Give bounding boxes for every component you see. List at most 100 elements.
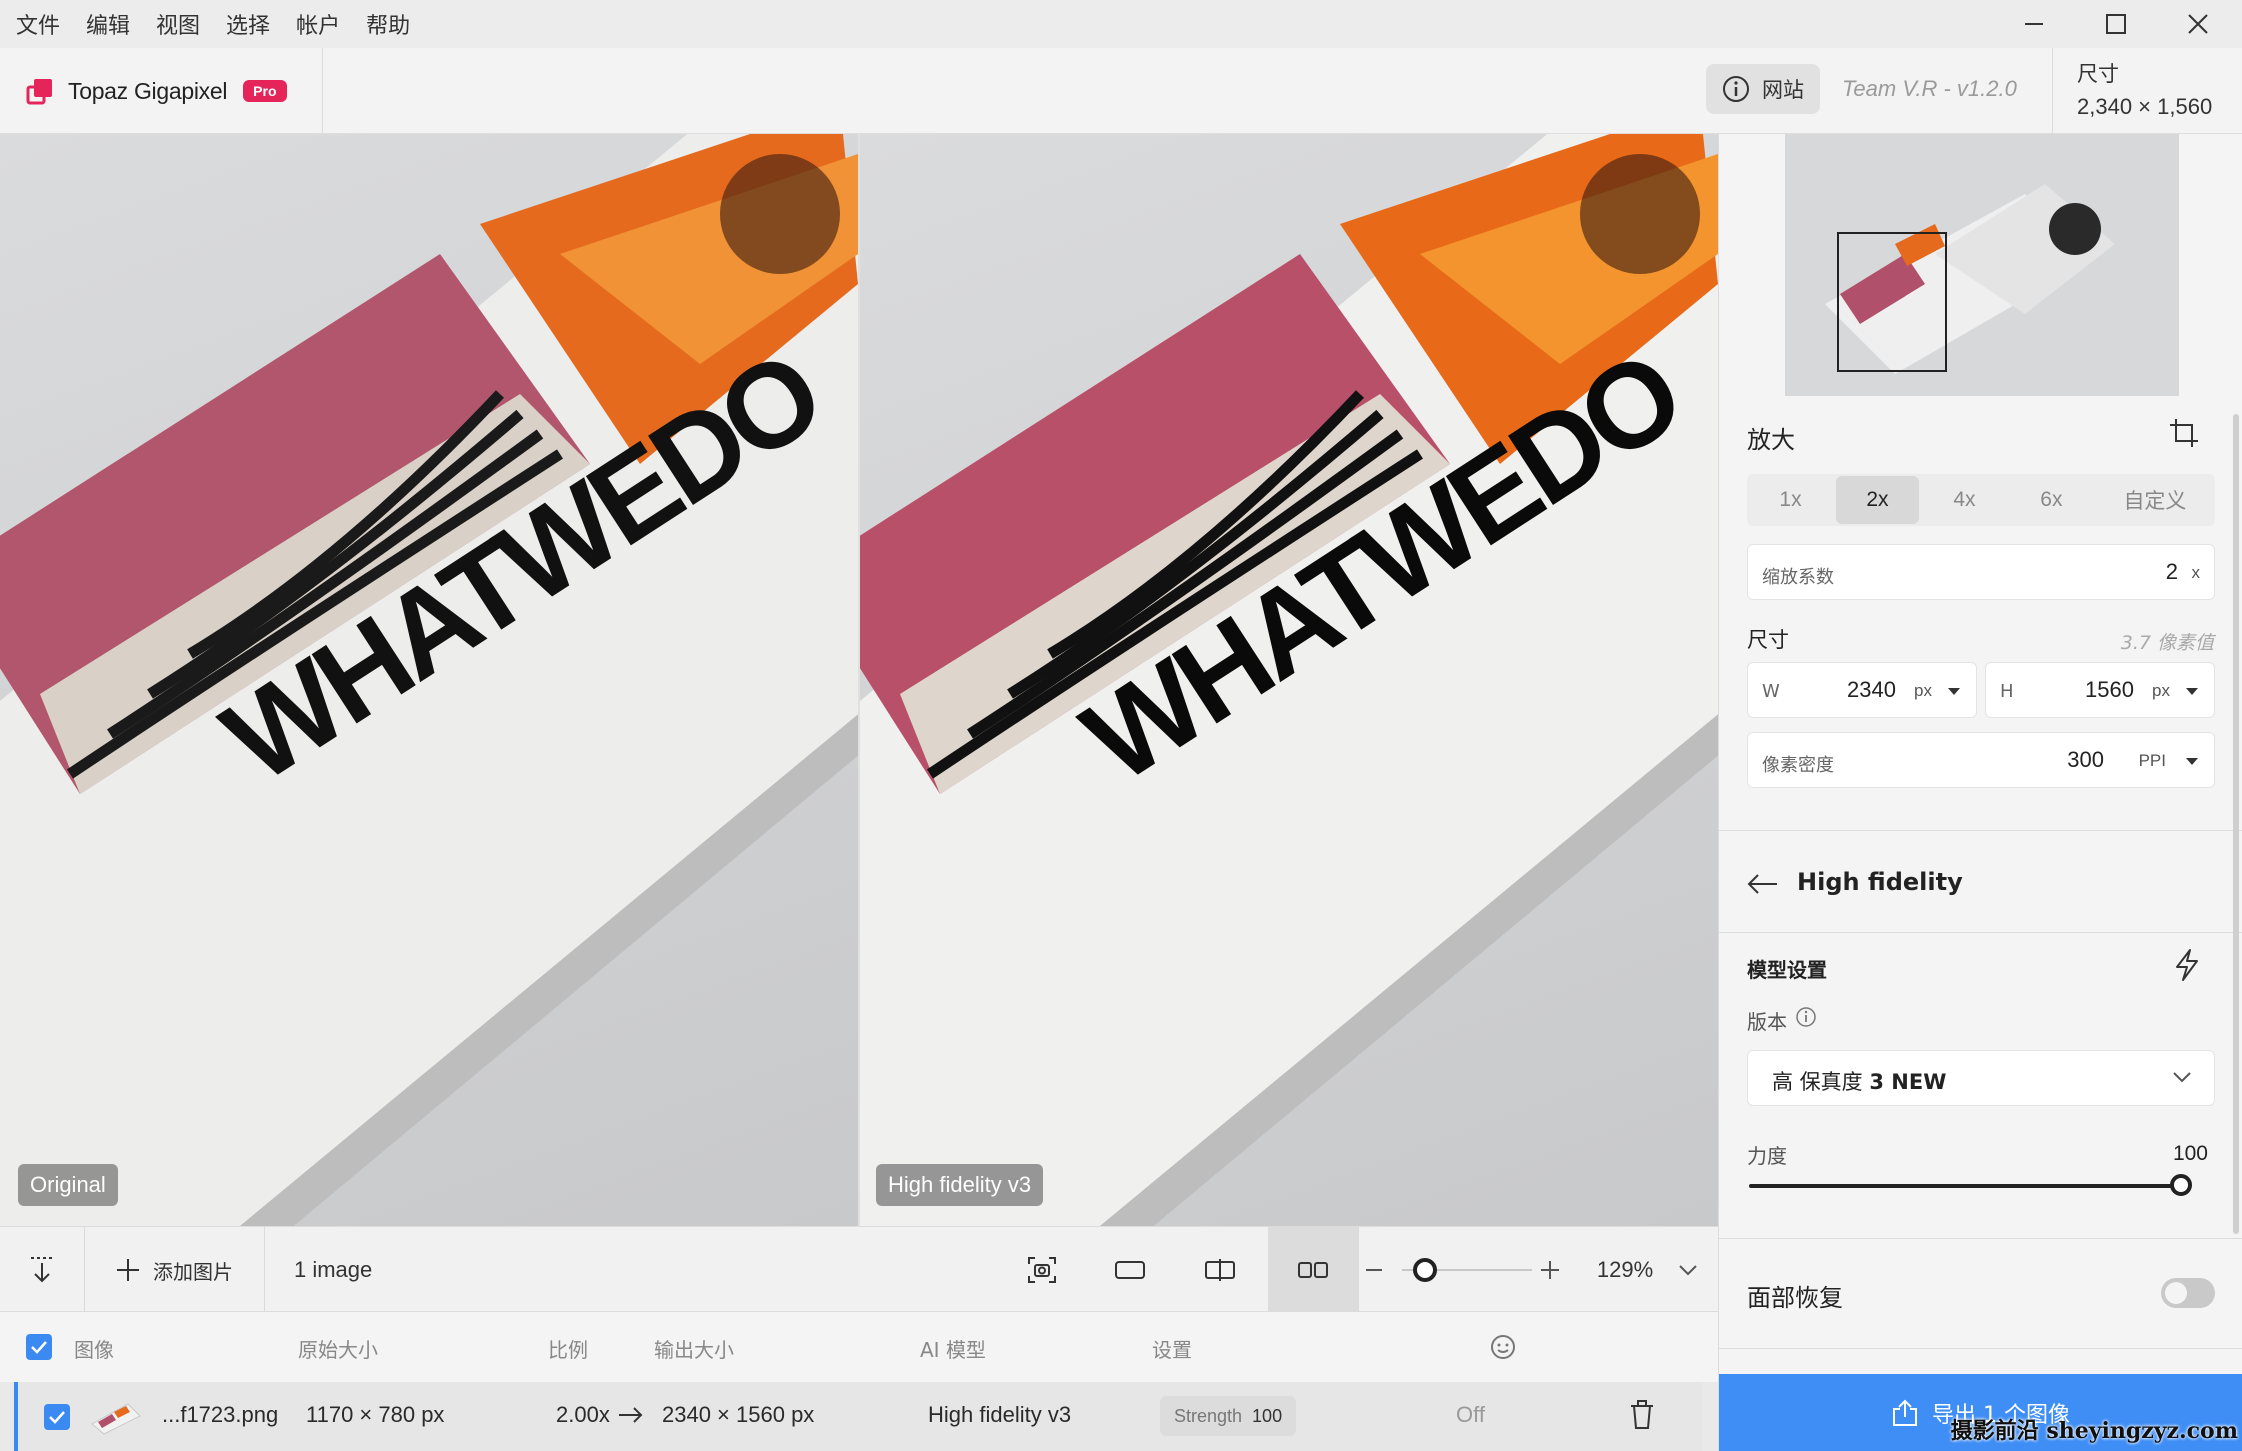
topaz-logo-icon (26, 79, 52, 105)
strength-label: 力度 (1747, 1144, 1787, 1168)
scale-factor-field[interactable]: 缩放系数 2 x (1747, 544, 2215, 600)
zoom-out-button[interactable] (1362, 1227, 1386, 1313)
zoom-slider-handle[interactable] (1412, 1258, 1437, 1282)
navigator-thumbnail[interactable] (1785, 134, 2179, 396)
camera-focus-icon (1028, 1257, 1056, 1283)
column-output-size[interactable]: 输出大小 (654, 1334, 734, 1363)
zoom-in-button[interactable] (1538, 1227, 1562, 1313)
pixel-density-value: 300 (2067, 747, 2104, 772)
column-original-size[interactable]: 原始大小 (298, 1334, 378, 1363)
row-output-size: 2340 × 1560 px (662, 1402, 815, 1427)
table-row[interactable]: ...f1723.png 1170 × 780 px 2.00x 2340 × … (14, 1382, 1702, 1451)
split-view-button[interactable] (1188, 1227, 1252, 1313)
zoom-level[interactable]: 129% (1590, 1227, 1660, 1313)
column-ratio[interactable]: 比例 (548, 1334, 588, 1363)
info-icon[interactable] (1795, 1006, 1817, 1028)
menu-select[interactable]: 选择 (226, 8, 270, 40)
column-settings[interactable]: 设置 (1152, 1334, 1192, 1363)
side-by-side-view-button[interactable] (1268, 1227, 1358, 1313)
app-header: Topaz Gigapixel Pro 网站 Team V.R - v1.2.0… (0, 48, 2242, 134)
scale-factor-label: 缩放系数 (1762, 567, 1834, 588)
menu-help[interactable]: 帮助 (366, 8, 410, 40)
image-thumbnail (91, 1403, 141, 1435)
minimize-icon (2025, 23, 2043, 25)
image-count: 1 image (294, 1227, 372, 1313)
back-arrow-icon[interactable] (1747, 872, 1779, 896)
height-unit-caret-icon[interactable] (2186, 688, 2198, 695)
dimensions-value: 2,340 × 1,560 (2077, 94, 2213, 119)
minimize-button[interactable] (1994, 0, 2074, 48)
maximize-icon (2106, 14, 2126, 34)
toolbar-divider (1358, 1227, 1359, 1313)
check-icon (49, 1411, 65, 1424)
scale-option-4x[interactable]: 4x (1923, 476, 2006, 524)
strength-slider-handle[interactable] (2170, 1174, 2192, 1196)
pixel-density-caret-icon[interactable] (2186, 758, 2198, 765)
width-field[interactable]: W 2340 px (1747, 662, 1977, 718)
width-unit-caret-icon[interactable] (1948, 688, 1960, 695)
check-icon (31, 1341, 47, 1354)
dimensions-label: 尺寸 (2077, 62, 2119, 86)
pixel-density-field[interactable]: 像素密度 300 PPI (1747, 732, 2215, 788)
info-icon (1723, 76, 1749, 102)
model-back-title[interactable]: High fidelity (1797, 868, 1963, 896)
select-all-checkbox[interactable] (26, 1334, 52, 1360)
strength-slider-track[interactable] (1749, 1184, 2181, 1188)
screenshot-button[interactable] (1010, 1227, 1074, 1313)
strength-value: 100 (2172, 1142, 2208, 1165)
column-image[interactable]: 图像 (74, 1334, 114, 1363)
toolbar-divider (264, 1227, 265, 1313)
scale-option-2x[interactable]: 2x (1835, 476, 1919, 524)
sidebar-scrollbar[interactable] (2233, 414, 2239, 1234)
row-strength-value: 100 (1252, 1405, 1283, 1426)
download-arrow-icon (31, 1257, 53, 1283)
side-by-side-icon (1298, 1262, 1328, 1278)
model-version-value: 高 保真度 3 NEW (1772, 1066, 1946, 1096)
header-divider (322, 48, 323, 134)
menu-view[interactable]: 视图 (156, 8, 200, 40)
crop-icon[interactable] (2169, 418, 2199, 448)
menu-edit[interactable]: 编辑 (86, 8, 130, 40)
close-button[interactable] (2158, 0, 2238, 48)
preview-area[interactable]: Original High fidelity v3 WHATWEDO WHATW… (0, 134, 1718, 1226)
face-recovery-toggle[interactable] (2161, 1278, 2215, 1308)
single-view-button[interactable] (1098, 1227, 1162, 1313)
height-label: H (2000, 681, 2014, 702)
trash-icon[interactable] (1628, 1400, 1656, 1430)
sidebar-divider (1719, 1238, 2242, 1239)
height-field[interactable]: H 1560 px (1985, 662, 2215, 718)
plus-icon (117, 1259, 139, 1281)
model-version-select[interactable]: 高 保真度 3 NEW (1747, 1050, 2215, 1106)
row-original-size: 1170 × 780 px (306, 1402, 445, 1427)
row-filename: ...f1723.png (162, 1402, 279, 1427)
version-label: Team V.R - v1.2.0 (1842, 76, 2017, 101)
scale-option-1x[interactable]: 1x (1749, 476, 1832, 524)
size-title: 尺寸 (1747, 628, 1789, 652)
row-checkbox[interactable] (44, 1404, 70, 1430)
zoom-dropdown-button[interactable] (1670, 1227, 1706, 1313)
share-export-icon (1893, 1399, 1917, 1426)
model-version-prefix: 高 保真度 (1772, 1070, 1870, 1094)
menu-account[interactable]: 帐户 (296, 8, 340, 40)
scale-factor-unit: x (2191, 563, 2201, 582)
scale-factor-value: 2 (2165, 559, 2178, 584)
navigator-viewport-frame[interactable] (1837, 232, 1947, 372)
column-ai-model[interactable]: AI 模型 (920, 1334, 986, 1363)
add-image-button[interactable]: 添加图片 (84, 1227, 264, 1313)
maximize-button[interactable] (2076, 0, 2156, 48)
download-arrow-button[interactable] (0, 1227, 84, 1313)
enhanced-label: High fidelity v3 (876, 1164, 1044, 1206)
face-recovery-label: 面部恢复 (1747, 1284, 1843, 1312)
width-label: W (1762, 681, 1780, 702)
lightning-icon[interactable] (2173, 948, 2201, 982)
sidebar-divider (1719, 830, 2242, 831)
scale-option-custom[interactable]: 自定义 (2097, 476, 2213, 524)
original-label: Original (18, 1164, 118, 1206)
website-button[interactable]: 网站 (1706, 64, 1820, 114)
row-strength-pill: Strength 100 (1160, 1396, 1297, 1436)
scale-option-6x[interactable]: 6x (2010, 476, 2093, 524)
brand: Topaz Gigapixel Pro (26, 48, 287, 134)
menu-file[interactable]: 文件 (16, 8, 60, 40)
single-view-icon (1115, 1261, 1145, 1279)
face-recovery-toggle-knob (2165, 1282, 2187, 1304)
